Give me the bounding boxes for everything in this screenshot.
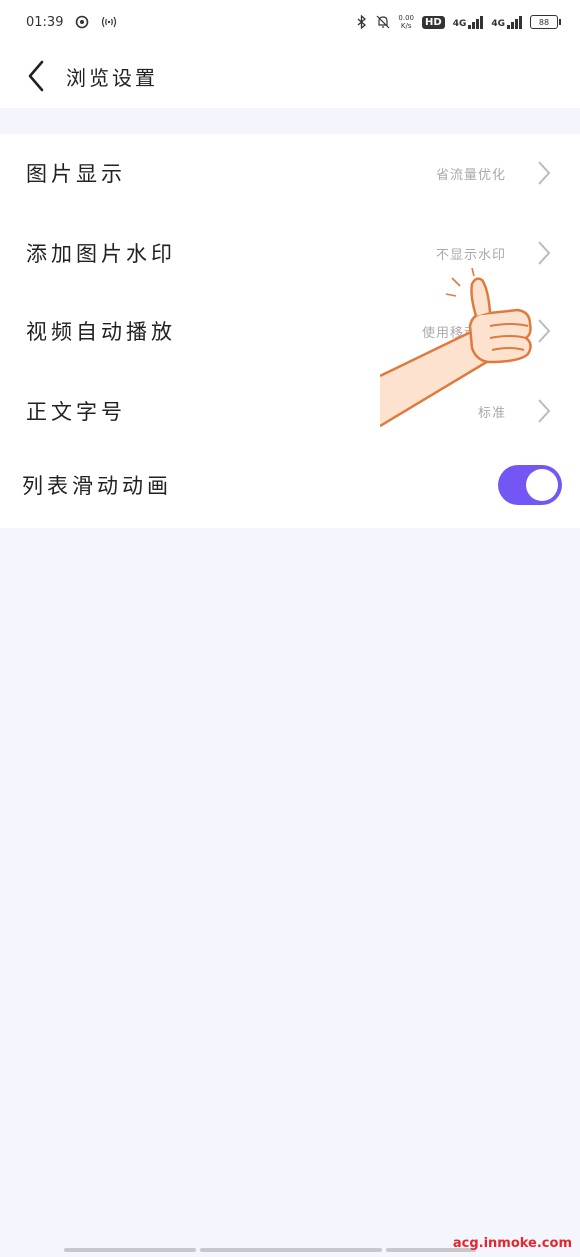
back-button[interactable] <box>6 44 66 108</box>
toggle-knob <box>526 469 558 501</box>
nav-bar: 浏览设置 <box>0 44 580 108</box>
hotspot-icon <box>101 15 117 29</box>
hd-badge: HD <box>422 15 445 29</box>
list-animation-toggle[interactable] <box>498 465 562 505</box>
home-indicator-segment <box>64 1248 196 1252</box>
setting-label: 添加图片水印 <box>26 242 176 266</box>
setting-value: 不显示水印 <box>435 247 506 263</box>
back-arrow-icon <box>28 60 44 92</box>
setting-value: 省流量优化 <box>435 167 506 183</box>
mute-bell-icon <box>376 15 390 29</box>
site-watermark: acg.inmoke.com <box>452 1236 572 1251</box>
setting-label: 正文字号 <box>26 400 126 424</box>
status-bar: 01:39 0.00 K/s HD 4G 4G 88 <box>0 0 580 44</box>
chevron-right-icon <box>534 238 554 268</box>
netease-icon <box>75 15 89 29</box>
signal-bars-icon <box>468 15 484 29</box>
bluetooth-icon <box>356 15 368 29</box>
status-time: 01:39 <box>26 14 64 30</box>
signal-1: 4G <box>453 15 484 29</box>
net-speed-unit: K/s <box>400 22 412 30</box>
thumbs-up-sticker-icon <box>380 268 532 428</box>
battery-level: 88 <box>538 17 550 27</box>
chevron-right-icon <box>534 158 554 188</box>
page-title: 浏览设置 <box>66 65 158 90</box>
signal-bars-icon <box>507 15 522 29</box>
setting-image-display[interactable]: 图片显示 省流量优化 <box>0 134 580 212</box>
battery-icon: 88 <box>530 15 561 29</box>
home-indicator-segment <box>200 1248 382 1252</box>
signal-2: 4G <box>491 15 522 29</box>
net-speed-value: 0.00 <box>398 14 415 22</box>
network-type-1: 4G <box>452 19 467 29</box>
setting-label: 视频自动播放 <box>26 320 176 344</box>
net-speed: 0.00 K/s <box>398 14 414 30</box>
setting-list-animation: 列表滑动动画 <box>0 446 580 524</box>
network-type-2: 4G <box>491 19 505 29</box>
setting-label: 列表滑动动画 <box>22 474 172 498</box>
setting-label: 图片显示 <box>26 162 126 186</box>
